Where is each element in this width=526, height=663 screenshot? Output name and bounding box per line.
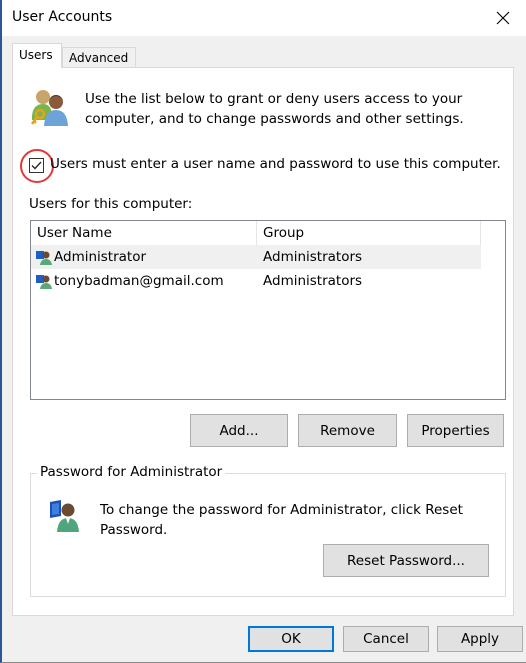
title-bar: User Accounts bbox=[2, 0, 526, 36]
user-icon bbox=[36, 251, 52, 265]
intro-text: Use the list below to grant or deny user… bbox=[85, 91, 464, 127]
table-row[interactable]: tonybadman@gmail.com Administrators bbox=[31, 269, 481, 293]
reset-password-button[interactable]: Reset Password... bbox=[323, 544, 489, 577]
remove-button[interactable]: Remove bbox=[298, 414, 397, 447]
checkmark-icon bbox=[31, 161, 42, 170]
user-icon bbox=[36, 275, 52, 289]
password-groupbox-legend: Password for Administrator bbox=[37, 464, 226, 480]
password-groupbox: Password for Administrator To change the… bbox=[30, 464, 506, 597]
user-name-cell: tonybadman@gmail.com bbox=[54, 273, 224, 289]
password-instructions: To change the password for Administrator… bbox=[100, 502, 463, 538]
user-accounts-dialog: User Accounts Users Advanced Use the lis… bbox=[0, 0, 526, 663]
users-list-label: Users for this computer: bbox=[29, 196, 193, 212]
table-row[interactable]: Administrator Administrators bbox=[31, 245, 481, 269]
user-computer-icon bbox=[50, 500, 79, 532]
ok-button[interactable]: OK bbox=[248, 626, 334, 652]
apply-button[interactable]: Apply bbox=[437, 626, 523, 652]
cancel-button[interactable]: Cancel bbox=[343, 626, 429, 652]
user-name-cell: Administrator bbox=[54, 249, 147, 265]
require-login-checkbox[interactable] bbox=[29, 158, 44, 173]
column-header-group[interactable]: Group bbox=[257, 221, 481, 245]
group-cell: Administrators bbox=[263, 273, 363, 289]
tab-users[interactable]: Users bbox=[12, 43, 62, 68]
users-listview[interactable]: User Name Group Administrator Administra… bbox=[30, 220, 506, 400]
require-login-label[interactable]: Users must enter a user name and passwor… bbox=[50, 156, 501, 172]
group-cell: Administrators bbox=[263, 249, 363, 265]
tab-advanced[interactable]: Advanced bbox=[62, 47, 136, 68]
add-button[interactable]: Add... bbox=[190, 414, 288, 447]
properties-button[interactable]: Properties bbox=[407, 414, 504, 447]
users-key-icon bbox=[30, 90, 68, 126]
close-button[interactable] bbox=[480, 0, 526, 36]
users-tab-panel: Use the list below to grant or deny user… bbox=[12, 67, 514, 616]
column-header-user-name[interactable]: User Name bbox=[31, 221, 257, 245]
list-header: User Name Group bbox=[31, 221, 481, 245]
window-title: User Accounts bbox=[12, 9, 113, 25]
close-icon bbox=[496, 11, 510, 25]
